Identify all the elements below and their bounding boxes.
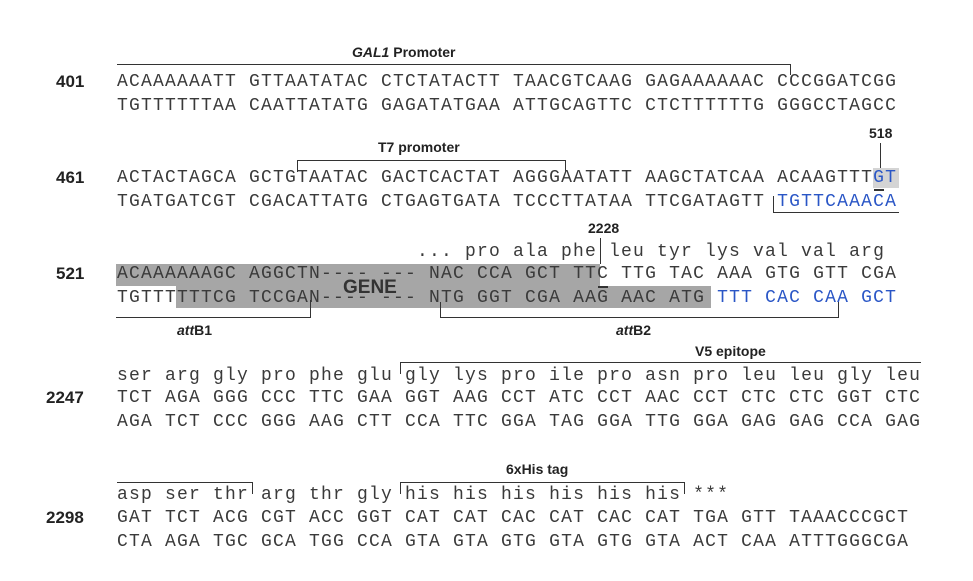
gal1-rest: Promoter: [389, 44, 456, 60]
attb1-bracket-top: [773, 212, 899, 213]
bottom-strand: TGTTTTTTAA CAATTATATG GAGATATGAA ATTGCAG…: [117, 96, 898, 116]
bottom-strand: TGATGATCGT CGACATTATG CTGAGTGATA TCCCTTA…: [117, 192, 897, 212]
position-518-label: 518: [869, 125, 893, 141]
attb1-bracket-end: [310, 300, 311, 318]
v5-bracket-continued: [117, 482, 253, 483]
attb2-label: attB2: [616, 322, 651, 338]
top-strand-main: ACTACTAGCA GCTGTAATAC GACTCACTAT AGGGAAT…: [117, 168, 874, 188]
attb1-label: attB1: [177, 322, 212, 338]
gal1-promoter-label: GAL1 Promoter: [352, 44, 455, 60]
position-number: 461: [56, 168, 85, 187]
sequence-map: GAL1 Promoter 401 ACAAAAAATT GTTAATATAC …: [0, 0, 973, 581]
bottom-strand-highlight: TGTTCAAACA: [777, 192, 898, 212]
bottom-strand-highlight: TTT CAC CAA GCT: [717, 288, 898, 308]
attb2-italic: att: [616, 322, 634, 338]
bottom-strand-main: TGATGATCGT CGACATTATG CTGAGTGATA TCCCTTA…: [117, 192, 778, 212]
attb1-bracket: [116, 317, 311, 318]
gene-label: GENE: [343, 277, 397, 298]
attb1-italic: att: [177, 322, 195, 338]
top-strand: ACAAAAAATT GTTAATATAC CTCTATACTT TAACGTC…: [117, 72, 898, 92]
attb2-bracket-start: [440, 302, 441, 318]
position-number: 401: [56, 72, 85, 91]
top-strand: TCT AGA GGG CCC TTC GAA GGT AAG CCT ATC …: [117, 388, 922, 408]
amino-acid-row: ... pro ala phe leu tyr lys val val arg: [417, 242, 886, 262]
position-number: 521: [56, 264, 85, 283]
gal1-bracket: [117, 64, 791, 65]
underline-518: [874, 189, 884, 191]
v5-epitope-label: V5 epitope: [695, 343, 766, 359]
position-number: 2298: [46, 508, 84, 527]
amino-acid-row: asp ser thr arg thr gly his his his his …: [117, 485, 730, 505]
gal1-italic: GAL1: [352, 44, 390, 60]
t7-bracket: [297, 160, 566, 161]
position-518-marker: [880, 143, 881, 168]
bottom-strand-main: TGTTTTTTCG TCCGAN---- --- NTG GGT CGA AA…: [117, 288, 718, 308]
attb2-bracket-end: [838, 302, 839, 318]
his-bracket: [400, 482, 685, 483]
attb1-bracket-start: [773, 196, 774, 213]
attb1-rest: B1: [194, 322, 213, 338]
bottom-strand: CTA AGA TGC GCA TGG CCA GTA GTA GTG GTA …: [117, 532, 910, 552]
position-number: 2247: [46, 388, 84, 407]
attb2-rest: B2: [633, 322, 652, 338]
attb2-bracket: [440, 317, 839, 318]
top-strand: ACAAAAAAGC AGGCTN---- --- NAC CCA GCT TT…: [117, 264, 898, 284]
bottom-strand: TGTTTTTTCG TCCGAN---- --- NTG GGT CGA AA…: [117, 288, 897, 308]
top-strand: ACTACTAGCA GCTGTAATAC GACTCACTAT AGGGAAT…: [117, 168, 897, 188]
top-strand: GAT TCT ACG CGT ACC GGT CAT CAT CAC CAT …: [117, 508, 910, 528]
amino-acid-row: ser arg gly pro phe glu gly lys pro ile …: [117, 366, 922, 386]
his-tag-label: 6xHis tag: [506, 461, 569, 477]
bottom-strand: AGA TCT CCC GGG AAG CTT CCA TTC GGA TAG …: [117, 412, 922, 432]
top-strand-highlight: GT: [873, 168, 898, 188]
position-2228-label: 2228: [588, 220, 620, 236]
t7-promoter-label: T7 promoter: [378, 139, 460, 155]
v5-bracket: [400, 362, 921, 363]
